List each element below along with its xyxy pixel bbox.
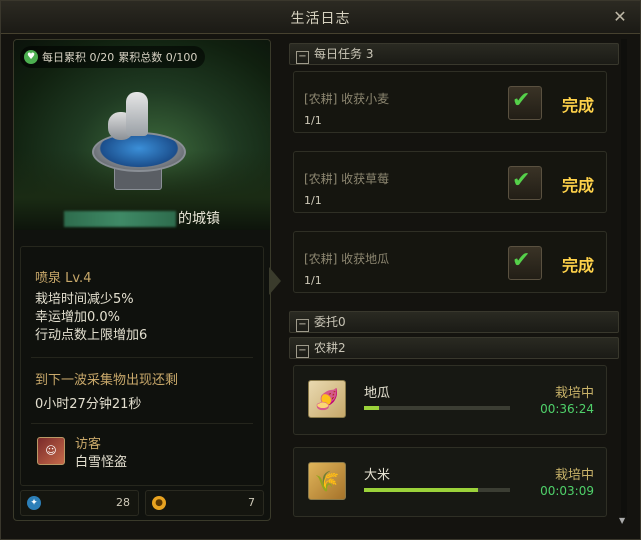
crop-timer: 00:03:09	[540, 484, 594, 498]
sweet-potato-icon: 🍠	[308, 380, 346, 418]
scroll-down-icon[interactable]: ▼	[619, 517, 627, 525]
visitor-avatar[interactable]: ☺	[37, 437, 65, 465]
checkmark-icon: ✔	[508, 86, 542, 120]
close-icon[interactable]: ✕	[610, 7, 630, 27]
divider	[31, 357, 253, 358]
facility-bonuses: 栽培时间减少5% 幸运增加0.0% 行动点数上限增加6	[35, 291, 147, 345]
rice-icon: 🌾	[308, 462, 346, 500]
checkmark-icon: ✔	[508, 246, 542, 280]
task-panel: − 每日任务 3 [农耕] 收获小麦 1/1 ✔ 完成 [农耕] 收获草莓 1/1…	[289, 39, 627, 525]
collapse-icon[interactable]: −	[296, 51, 309, 64]
collapse-icon[interactable]: −	[296, 345, 309, 358]
town-panel: ♥ 每日累积 0/20 累积总数 0/100 的城镇 喷泉 Lv.4 栽培时间减…	[13, 39, 271, 521]
section-commission[interactable]: − 委托0	[289, 311, 619, 333]
life-log-window: 生活日志 ✕ ♥ 每日累积 0/20 累积总数 0/100 的城镇 喷泉 Lv.…	[0, 0, 641, 540]
next-harvest-label: 到下一波采集物出现还剩	[35, 373, 179, 388]
section-farming[interactable]: − 农耕2	[289, 337, 619, 359]
facility-name: 喷泉 Lv.4	[35, 271, 92, 286]
bonus-line: 幸运增加0.0%	[35, 310, 121, 325]
divider	[31, 423, 253, 424]
visitor-name: 白雪怪盗	[75, 455, 128, 470]
crop-item[interactable]: 🍠 地瓜 栽培中 00:36:24	[293, 365, 607, 435]
coin-counter: ● 7	[145, 490, 264, 516]
bonus-line: 行动点数上限增加6	[35, 328, 148, 343]
panel-arrow-icon	[269, 267, 281, 295]
town-name: 的城镇	[14, 208, 270, 228]
task-status: 完成	[562, 176, 595, 195]
growth-progress-bar	[364, 406, 510, 410]
next-harvest-time: 0小时27分钟21秒	[35, 397, 142, 412]
task-progress: 1/1	[304, 114, 322, 127]
crop-status: 栽培中	[554, 386, 594, 401]
title-bar[interactable]: 生活日志 ✕	[1, 1, 640, 34]
task-status: 完成	[562, 96, 595, 115]
crop-name: 大米	[364, 468, 391, 483]
daily-count: 每日累积 0/20	[42, 51, 115, 64]
total-count: 累积总数 0/100	[118, 51, 198, 64]
crop-name: 地瓜	[364, 386, 391, 401]
checkmark-icon: ✔	[508, 166, 542, 200]
window-title: 生活日志	[290, 11, 351, 27]
resource-bar: ✦ 28 ● 7	[20, 490, 264, 516]
heart-icon: ♥	[24, 50, 38, 64]
section-daily-tasks[interactable]: − 每日任务 3	[289, 43, 619, 65]
paw-counter: ✦ 28	[20, 490, 139, 516]
fountain-basin	[92, 132, 186, 172]
task-name: [农耕] 收获小麦	[304, 92, 390, 106]
fountain-scene: ♥ 每日累积 0/20 累积总数 0/100	[14, 40, 270, 230]
paw-value: 28	[116, 496, 130, 509]
task-name: [农耕] 收获草莓	[304, 172, 390, 186]
task-status: 完成	[562, 256, 595, 275]
crop-item[interactable]: 🌾 大米 栽培中 00:03:09	[293, 447, 607, 517]
coin-value: 7	[248, 496, 255, 509]
facility-info: 喷泉 Lv.4 栽培时间减少5% 幸运增加0.0% 行动点数上限增加6 到下一波…	[20, 246, 264, 486]
fountain-statue-top	[126, 92, 148, 136]
visitor-label: 访客	[75, 437, 102, 452]
collapse-icon[interactable]: −	[296, 319, 309, 332]
crop-timer: 00:36:24	[540, 402, 594, 416]
task-progress: 1/1	[304, 274, 322, 287]
paw-icon: ✦	[27, 496, 41, 510]
task-item[interactable]: [农耕] 收获草莓 1/1 ✔ 完成	[293, 151, 607, 213]
task-progress: 1/1	[304, 194, 322, 207]
task-item[interactable]: [农耕] 收获地瓜 1/1 ✔ 完成	[293, 231, 607, 293]
scrollbar[interactable]	[621, 39, 627, 517]
task-item[interactable]: [农耕] 收获小麦 1/1 ✔ 完成	[293, 71, 607, 133]
bonus-line: 栽培时间减少5%	[35, 292, 134, 307]
task-name: [农耕] 收获地瓜	[304, 252, 390, 266]
blurred-name	[64, 211, 176, 227]
coin-icon: ●	[152, 496, 166, 510]
growth-progress-bar	[364, 488, 510, 492]
crop-status: 栽培中	[554, 468, 594, 483]
daily-stats: ♥ 每日累积 0/20 累积总数 0/100	[20, 46, 206, 68]
